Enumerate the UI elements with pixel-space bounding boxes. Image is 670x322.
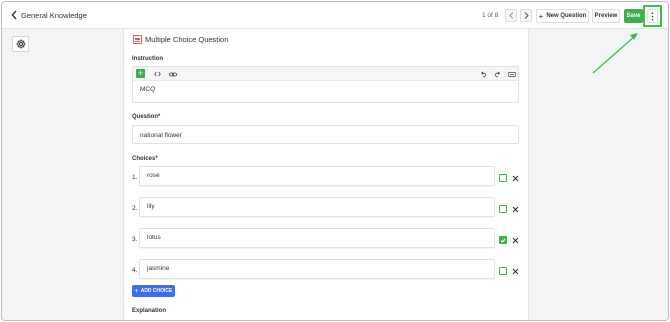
undo-icon[interactable]: [480, 70, 487, 78]
redo-icon[interactable]: [494, 70, 501, 78]
close-icon[interactable]: [512, 237, 519, 244]
new-question-button[interactable]: + New Question: [536, 9, 589, 23]
pager-text: 1 of 8: [482, 12, 499, 19]
preview-button[interactable]: Preview: [592, 9, 620, 23]
close-icon[interactable]: [512, 268, 519, 275]
editor-toolbar: +: [133, 67, 518, 81]
plus-icon: +: [538, 11, 544, 21]
choice-number: 1.: [132, 174, 138, 181]
choice-number: 2.: [132, 205, 138, 212]
close-icon[interactable]: [512, 175, 519, 182]
choice-correct-checkbox[interactable]: [499, 205, 507, 213]
settings-button[interactable]: [12, 36, 29, 52]
keyboard-icon[interactable]: [508, 70, 516, 78]
close-icon[interactable]: [512, 206, 519, 213]
add-choice-label: ADD CHOICE: [140, 288, 173, 294]
explanation-label: Explanation: [132, 308, 167, 314]
add-choice-button[interactable]: + ADD CHOICE: [132, 285, 175, 297]
save-button[interactable]: Save: [624, 9, 643, 23]
left-panel: [2, 29, 122, 320]
next-question-button[interactable]: [520, 9, 532, 22]
check-icon: [500, 238, 506, 243]
question-type: Multiple Choice Question: [133, 35, 228, 44]
back-button[interactable]: General Knowledge: [11, 10, 87, 20]
app-window: General Knowledge 1 of 8 + New Question …: [1, 1, 669, 321]
chevron-left-icon: [11, 10, 17, 20]
new-question-label: New Question: [546, 13, 587, 19]
top-bar: General Knowledge 1 of 8 + New Question …: [2, 2, 668, 29]
list-icon: [133, 35, 142, 44]
choice-input[interactable]: lotus: [139, 228, 495, 248]
instruction-editor[interactable]: + MCQ: [132, 66, 519, 103]
choice-correct-checkbox[interactable]: [499, 236, 507, 244]
choice-number: 4.: [132, 267, 138, 274]
link-icon[interactable]: [169, 70, 177, 78]
choice-input[interactable]: rose: [139, 166, 495, 186]
gear-icon: [16, 39, 25, 49]
question-label: Question*: [132, 114, 161, 120]
previous-question-button[interactable]: [505, 9, 517, 22]
plus-icon: +: [134, 287, 139, 295]
instruction-label: Instruction: [132, 56, 163, 62]
choice-correct-checkbox[interactable]: [499, 267, 507, 275]
chevron-left-icon: [508, 12, 513, 19]
choices-label: Choices*: [132, 156, 158, 162]
question-input[interactable]: national flower: [132, 125, 519, 144]
preview-label: Preview: [594, 13, 618, 19]
instruction-text: MCQ: [140, 86, 156, 93]
annotation-highlight: [643, 5, 662, 27]
choice-correct-checkbox[interactable]: [499, 174, 507, 182]
choice-number: 3.: [132, 236, 138, 243]
chevron-right-icon: [524, 12, 529, 19]
back-label: General Knowledge: [21, 10, 87, 20]
code-icon[interactable]: [154, 70, 161, 78]
choice-input[interactable]: lily: [139, 197, 495, 217]
plus-icon[interactable]: +: [136, 69, 145, 78]
question-editor: Multiple Choice Question Instruction + M…: [123, 29, 529, 320]
question-type-label: Multiple Choice Question: [145, 35, 229, 44]
choice-input[interactable]: jasmine: [139, 259, 495, 279]
save-label: Save: [626, 13, 641, 19]
right-panel: [530, 29, 668, 320]
